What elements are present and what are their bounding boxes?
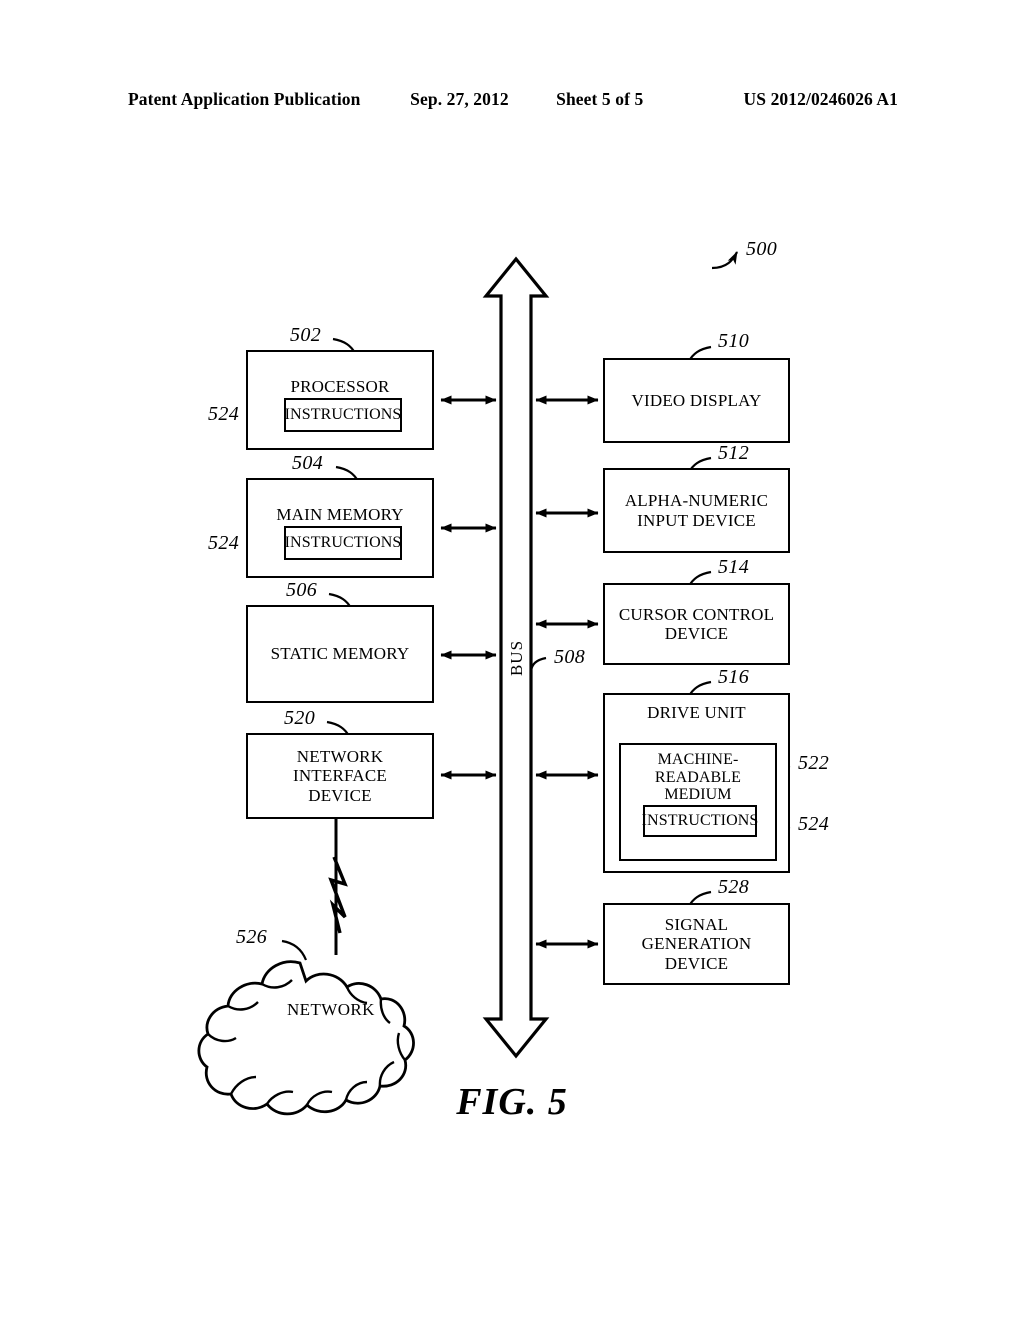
- ref-514: 514: [718, 556, 750, 578]
- bus-label: BUS: [507, 639, 526, 677]
- block-network-interface-device-label: NETWORK INTERFACE DEVICE: [292, 747, 388, 805]
- network-cloud-label: NETWORK: [287, 1000, 375, 1019]
- block-processor-instructions[interactable]: INSTRUCTIONS: [284, 398, 402, 432]
- ref-508: 508: [554, 646, 586, 668]
- block-video-display-label: VIDEO DISPLAY: [631, 390, 762, 410]
- block-drive-instructions[interactable]: INSTRUCTIONS: [641, 805, 759, 837]
- ref-524-processor: 524: [208, 403, 240, 425]
- block-processor-instructions-label: INSTRUCTIONS: [284, 406, 402, 424]
- left-bus-connectors: [440, 395, 497, 780]
- ref-520: 520: [284, 707, 316, 729]
- block-static-memory-label: STATIC MEMORY: [270, 644, 410, 664]
- right-bus-connectors: [535, 395, 599, 949]
- ref-500: 500: [746, 238, 778, 260]
- ref-526: 526: [236, 926, 268, 948]
- ref-524-drive: 524: [798, 813, 830, 835]
- block-main-memory-instructions-label: INSTRUCTIONS: [284, 534, 402, 552]
- block-drive-unit[interactable]: DRIVE UNIT MACHINE-READABLE MEDIUM INSTR…: [603, 693, 790, 873]
- ref-512: 512: [718, 442, 750, 464]
- patent-figure-5: PROCESSOR INSTRUCTIONS MAIN MEMORY INSTR…: [0, 0, 1024, 1320]
- ref-510: 510: [718, 330, 750, 352]
- ref-522: 522: [798, 752, 830, 774]
- block-machine-readable-medium[interactable]: MACHINE-READABLE MEDIUM INSTRUCTIONS: [619, 743, 777, 861]
- block-signal-generation-device-label: SIGNAL GENERATION DEVICE: [641, 915, 752, 973]
- block-processor[interactable]: PROCESSOR INSTRUCTIONS: [246, 350, 434, 450]
- block-alpha-numeric-input-device[interactable]: ALPHA-NUMERIC INPUT DEVICE: [603, 468, 790, 553]
- ref-504: 504: [292, 452, 324, 474]
- block-machine-readable-medium-label: MACHINE-READABLE MEDIUM: [654, 751, 742, 804]
- ref-506: 506: [286, 579, 318, 601]
- leader-526: [281, 939, 308, 961]
- leader-500: [711, 251, 738, 270]
- block-network-interface-device[interactable]: NETWORK INTERFACE DEVICE: [246, 733, 434, 819]
- block-cursor-control-device-label: CURSOR CONTROL DEVICE: [618, 604, 775, 643]
- figure-caption: FIG. 5: [456, 1081, 568, 1123]
- block-drive-instructions-label: INSTRUCTIONS: [641, 812, 759, 830]
- block-static-memory[interactable]: STATIC MEMORY: [246, 605, 434, 703]
- ref-524-main-memory: 524: [208, 532, 240, 554]
- ref-516: 516: [718, 666, 750, 688]
- block-signal-generation-device[interactable]: SIGNAL GENERATION DEVICE: [603, 903, 790, 985]
- block-drive-unit-label: DRIVE UNIT: [647, 703, 746, 722]
- network-link: [328, 819, 348, 955]
- ref-528: 528: [718, 876, 750, 898]
- block-main-memory[interactable]: MAIN MEMORY INSTRUCTIONS: [246, 478, 434, 578]
- block-main-memory-label: MAIN MEMORY: [276, 505, 404, 525]
- block-cursor-control-device[interactable]: CURSOR CONTROL DEVICE: [603, 583, 790, 665]
- leader-508: [529, 656, 547, 672]
- block-alpha-numeric-input-device-label: ALPHA-NUMERIC INPUT DEVICE: [624, 491, 769, 530]
- ref-502: 502: [290, 324, 322, 346]
- block-video-display[interactable]: VIDEO DISPLAY: [603, 358, 790, 443]
- block-processor-label: PROCESSOR: [290, 377, 390, 397]
- block-main-memory-instructions[interactable]: INSTRUCTIONS: [284, 526, 402, 560]
